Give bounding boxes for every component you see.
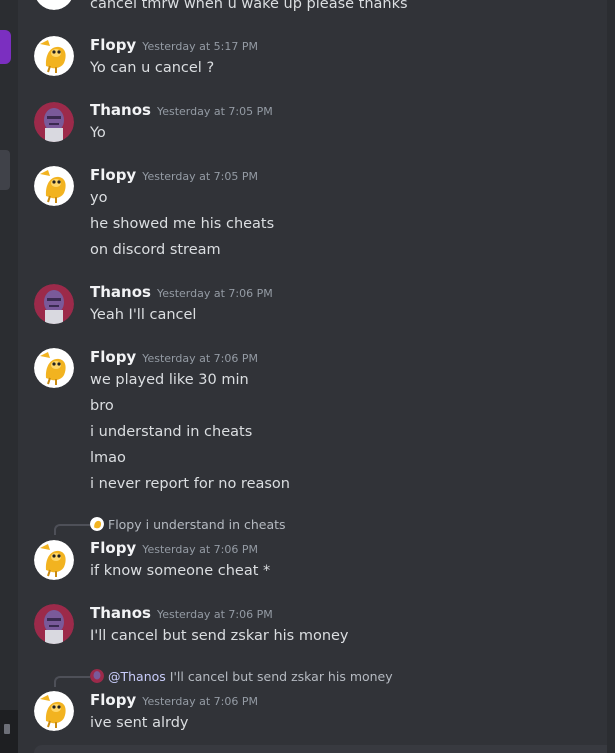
message-timestamp: Yesterday at 7:06 PM (156, 287, 273, 300)
message-line: Yeah I'll cancel (90, 307, 197, 323)
avatar-flopy[interactable] (34, 691, 74, 731)
reply-author[interactable]: Flopy (108, 517, 142, 532)
message-line: on discord stream (90, 242, 221, 258)
message-line: I'll cancel but send zskar his money (90, 628, 349, 644)
message-author[interactable]: Flopy Yesterday at 5:17 PM (90, 35, 258, 57)
message-timestamp: Yesterday at 7:06 PM (142, 352, 258, 365)
reply-avatar (90, 517, 104, 531)
reply-mention[interactable]: @Thanos (108, 669, 166, 684)
discord-window: cancel tmrw when u wake up please thanks… (0, 0, 615, 753)
message-line: ive sent alrdy (90, 715, 189, 731)
message-timestamp: Yesterday at 7:06 PM (142, 695, 258, 708)
message-timestamp: Yesterday at 7:06 PM (142, 543, 258, 556)
avatar-flopy[interactable] (34, 348, 74, 388)
reply-text: i understand in cheats (145, 517, 286, 532)
mic-icon[interactable] (4, 724, 10, 734)
message-author[interactable]: Flopy Yesterday at 7:06 PM (90, 690, 258, 712)
message-line: cancel tmrw when u wake up please thanks (90, 0, 408, 12)
server-sidebar (0, 0, 18, 753)
message-line: bro (90, 398, 114, 414)
message-author[interactable]: Flopy Yesterday at 7:06 PM (90, 347, 258, 369)
message-list[interactable]: cancel tmrw when u wake up please thanks… (18, 0, 615, 753)
avatar-flopy[interactable] (34, 540, 74, 580)
reply-avatar (90, 669, 104, 683)
message-timestamp: Yesterday at 7:06 PM (156, 608, 273, 621)
avatar-thanos[interactable] (34, 284, 74, 324)
server-icon-selected[interactable] (0, 30, 11, 64)
message-author[interactable]: Thanos Yesterday at 7:06 PM (90, 282, 273, 304)
reply-preview[interactable]: @Thanos I'll cancel but send zskar his m… (90, 669, 393, 685)
avatar-flopy[interactable] (34, 166, 74, 206)
jake-the-dog-icon (34, 691, 74, 731)
jake-the-dog-icon (34, 36, 74, 76)
thanos-avatar-icon (34, 102, 74, 142)
message-line: i understand in cheats (90, 424, 253, 440)
message-author[interactable]: Flopy Yesterday at 7:05 PM (90, 165, 258, 187)
message-author[interactable]: Thanos Yesterday at 7:06 PM (90, 603, 273, 625)
message-timestamp: Yesterday at 5:17 PM (142, 40, 258, 53)
author-name[interactable]: Thanos (90, 604, 151, 622)
thanos-avatar-icon (34, 604, 74, 644)
message-author[interactable]: Flopy Yesterday at 7:06 PM (90, 538, 258, 560)
jake-the-dog-icon (34, 166, 74, 206)
thanos-avatar-icon (34, 284, 74, 324)
reply-preview[interactable]: Flopy i understand in cheats (90, 517, 286, 533)
reply-connector (54, 676, 90, 687)
reply-text: I'll cancel but send zskar his money (169, 669, 393, 684)
avatar[interactable] (34, 0, 74, 10)
message-author[interactable]: Thanos Yesterday at 7:05 PM (90, 100, 273, 122)
avatar-thanos[interactable] (34, 102, 74, 142)
message-composer[interactable] (34, 745, 615, 753)
jake-the-dog-icon (36, 0, 72, 10)
avatar-flopy[interactable] (34, 36, 74, 76)
avatar-thanos[interactable] (34, 604, 74, 644)
jake-the-dog-icon (90, 517, 104, 531)
author-name[interactable]: Flopy (90, 36, 136, 54)
message-line: yo (90, 190, 108, 206)
message-line: he showed me his cheats (90, 216, 275, 232)
message-timestamp: Yesterday at 7:05 PM (142, 170, 258, 183)
scrollbar-track[interactable] (607, 0, 615, 753)
author-name[interactable]: Flopy (90, 539, 136, 557)
message-line: Yo can u cancel ? (90, 60, 215, 76)
thanos-avatar-icon (90, 669, 104, 683)
message-line: we played like 30 min (90, 372, 249, 388)
message-line: lmao (90, 450, 126, 466)
author-name[interactable]: Flopy (90, 348, 136, 366)
author-name[interactable]: Thanos (90, 283, 151, 301)
jake-the-dog-icon (34, 348, 74, 388)
channel-highlight[interactable] (0, 150, 10, 190)
jake-the-dog-icon (34, 540, 74, 580)
message-line: if know someone cheat * (90, 563, 271, 579)
author-name[interactable]: Flopy (90, 166, 136, 184)
message-line: i never report for no reason (90, 476, 290, 492)
message-timestamp: Yesterday at 7:05 PM (156, 105, 273, 118)
reply-connector (54, 524, 90, 535)
message-line: Yo (90, 125, 106, 141)
author-name[interactable]: Flopy (90, 691, 136, 709)
author-name[interactable]: Thanos (90, 101, 151, 119)
